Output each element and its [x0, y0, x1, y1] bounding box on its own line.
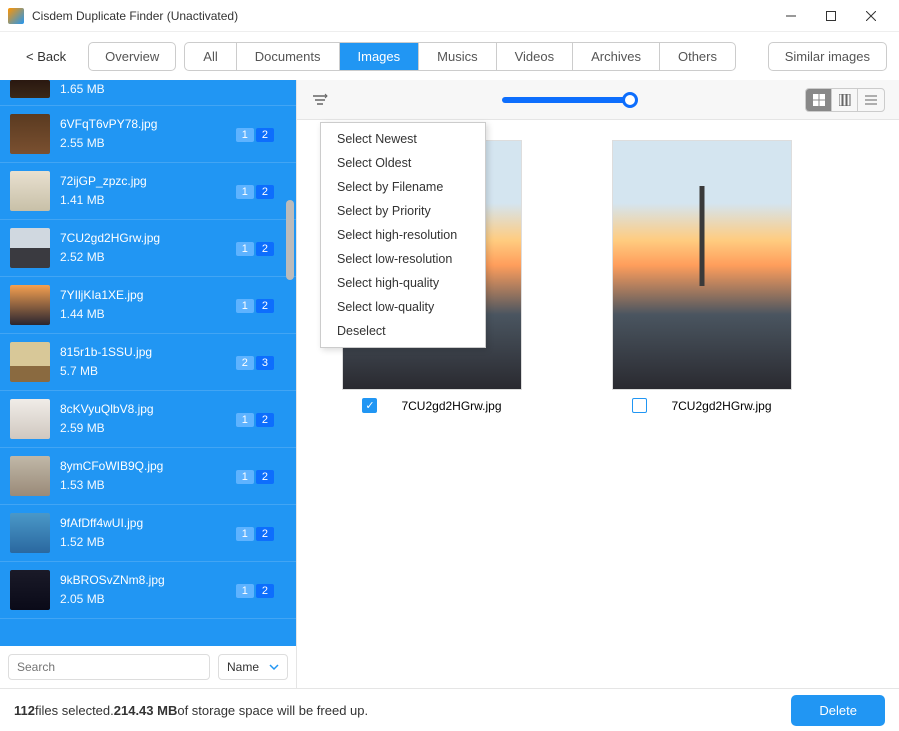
category-tabs: All Documents Images Musics Videos Archi…: [184, 42, 736, 71]
menu-item-select-high-quality[interactable]: Select high-quality: [321, 271, 485, 295]
dup-badge: 2: [256, 185, 274, 199]
minimize-button[interactable]: [771, 2, 811, 30]
zoom-thumb[interactable]: [622, 92, 638, 108]
dup-badge: 1: [236, 527, 254, 541]
dup-badge: 2: [256, 128, 274, 142]
sidebar: 1.65 MB 6VFqT6vPY78.jpg2.55 MB 12 72ijGP…: [0, 80, 296, 688]
dup-badge: 1: [236, 299, 254, 313]
list-item[interactable]: 9fAfDff4wUI.jpg1.52 MB 12: [0, 505, 296, 562]
toolbar: < Back Overview All Documents Images Mus…: [0, 32, 899, 80]
list-item[interactable]: 815r1b-1SSU.jpg5.7 MB 23: [0, 334, 296, 391]
list-item[interactable]: 6VFqT6vPY78.jpg2.55 MB 12: [0, 106, 296, 163]
delete-button[interactable]: Delete: [791, 695, 885, 726]
overview-button[interactable]: Overview: [88, 42, 176, 71]
search-input[interactable]: [8, 654, 210, 680]
sidebar-list[interactable]: 1.65 MB 6VFqT6vPY78.jpg2.55 MB 12 72ijGP…: [0, 80, 296, 646]
dup-badge: 1: [236, 242, 254, 256]
filter-icon[interactable]: [311, 93, 329, 107]
dup-badge: 1: [236, 584, 254, 598]
menu-item-select-newest[interactable]: Select Newest: [321, 127, 485, 151]
menu-item-select-low-resolution[interactable]: Select low-resolution: [321, 247, 485, 271]
statusbar: 112 files selected. 214.43 MB of storage…: [0, 688, 899, 731]
back-button[interactable]: < Back: [12, 43, 80, 70]
list-item[interactable]: 72ijGP_zpzc.jpg1.41 MB 12: [0, 163, 296, 220]
context-menu: Select Newest Select Oldest Select by Fi…: [320, 122, 486, 348]
list-item[interactable]: 9kBROSvZNm8.jpg2.05 MB 12: [0, 562, 296, 619]
dup-badge: 2: [256, 470, 274, 484]
dup-badge: 2: [256, 413, 274, 427]
thumbnail: [10, 171, 50, 211]
close-button[interactable]: [851, 2, 891, 30]
list-item[interactable]: 8ymCFoWIB9Q.jpg1.53 MB 12: [0, 448, 296, 505]
list-item[interactable]: 1.65 MB: [0, 80, 296, 106]
column-view-button[interactable]: [832, 89, 858, 111]
thumbnail: [10, 228, 50, 268]
tab-others[interactable]: Others: [660, 43, 735, 70]
freed-size-suffix: of storage space will be freed up.: [177, 703, 368, 718]
menu-item-select-high-resolution[interactable]: Select high-resolution: [321, 223, 485, 247]
dup-badge: 2: [236, 356, 254, 370]
select-checkbox[interactable]: [362, 398, 377, 413]
list-item[interactable]: 7CU2gd2HGrw.jpg2.52 MB 12: [0, 220, 296, 277]
preview-image: [612, 140, 792, 390]
view-toggle: [805, 88, 885, 112]
list-item[interactable]: 8cKVyuQlbV8.jpg2.59 MB 12: [0, 391, 296, 448]
titlebar: Cisdem Duplicate Finder (Unactivated): [0, 0, 899, 32]
tab-images[interactable]: Images: [340, 43, 420, 70]
menu-item-select-low-quality[interactable]: Select low-quality: [321, 295, 485, 319]
selected-count-suffix: files selected.: [35, 703, 114, 718]
dup-badge: 1: [236, 185, 254, 199]
list-view-button[interactable]: [858, 89, 884, 111]
dup-badge: 2: [256, 527, 274, 541]
menu-item-select-oldest[interactable]: Select Oldest: [321, 151, 485, 175]
menu-item-deselect[interactable]: Deselect: [321, 319, 485, 343]
preview-toolbar: [297, 80, 899, 120]
thumbnail: [10, 399, 50, 439]
app-icon: [8, 8, 24, 24]
dup-badge: 1: [236, 413, 254, 427]
tab-musics[interactable]: Musics: [419, 43, 496, 70]
maximize-button[interactable]: [811, 2, 851, 30]
grid-view-button[interactable]: [806, 89, 832, 111]
dup-badge: 2: [256, 242, 274, 256]
chevron-down-icon: [269, 662, 279, 672]
thumbnail: [10, 513, 50, 553]
window-title: Cisdem Duplicate Finder (Unactivated): [32, 9, 771, 23]
menu-item-select-by-filename[interactable]: Select by Filename: [321, 175, 485, 199]
sort-dropdown[interactable]: Name: [218, 654, 288, 680]
scrollbar-thumb[interactable]: [286, 200, 294, 280]
menu-item-select-by-priority[interactable]: Select by Priority: [321, 199, 485, 223]
thumbnail: [10, 456, 50, 496]
select-checkbox[interactable]: [632, 398, 647, 413]
freed-size: 214.43 MB: [114, 703, 178, 718]
similar-images-button[interactable]: Similar images: [768, 42, 887, 71]
dup-badge: 1: [236, 470, 254, 484]
thumbnail: [10, 80, 50, 98]
tab-videos[interactable]: Videos: [497, 43, 574, 70]
dup-badge: 2: [256, 299, 274, 313]
tab-documents[interactable]: Documents: [237, 43, 340, 70]
sort-label: Name: [227, 660, 259, 674]
dup-badge: 3: [256, 356, 274, 370]
thumbnail: [10, 285, 50, 325]
preview-item[interactable]: 7CU2gd2HGrw.jpg: [597, 140, 807, 413]
tab-all[interactable]: All: [185, 43, 236, 70]
tab-archives[interactable]: Archives: [573, 43, 660, 70]
thumbnail: [10, 114, 50, 154]
dup-badge: 2: [256, 584, 274, 598]
sidebar-footer: Name: [0, 646, 296, 688]
preview-filename: 7CU2gd2HGrw.jpg: [671, 399, 771, 413]
dup-badge: 1: [236, 128, 254, 142]
thumbnail: [10, 570, 50, 610]
thumbnail: [10, 342, 50, 382]
zoom-slider[interactable]: [502, 97, 632, 103]
selected-count: 112: [14, 703, 35, 718]
preview-filename: 7CU2gd2HGrw.jpg: [401, 399, 501, 413]
list-item[interactable]: 7YIljKIa1XE.jpg1.44 MB 12: [0, 277, 296, 334]
